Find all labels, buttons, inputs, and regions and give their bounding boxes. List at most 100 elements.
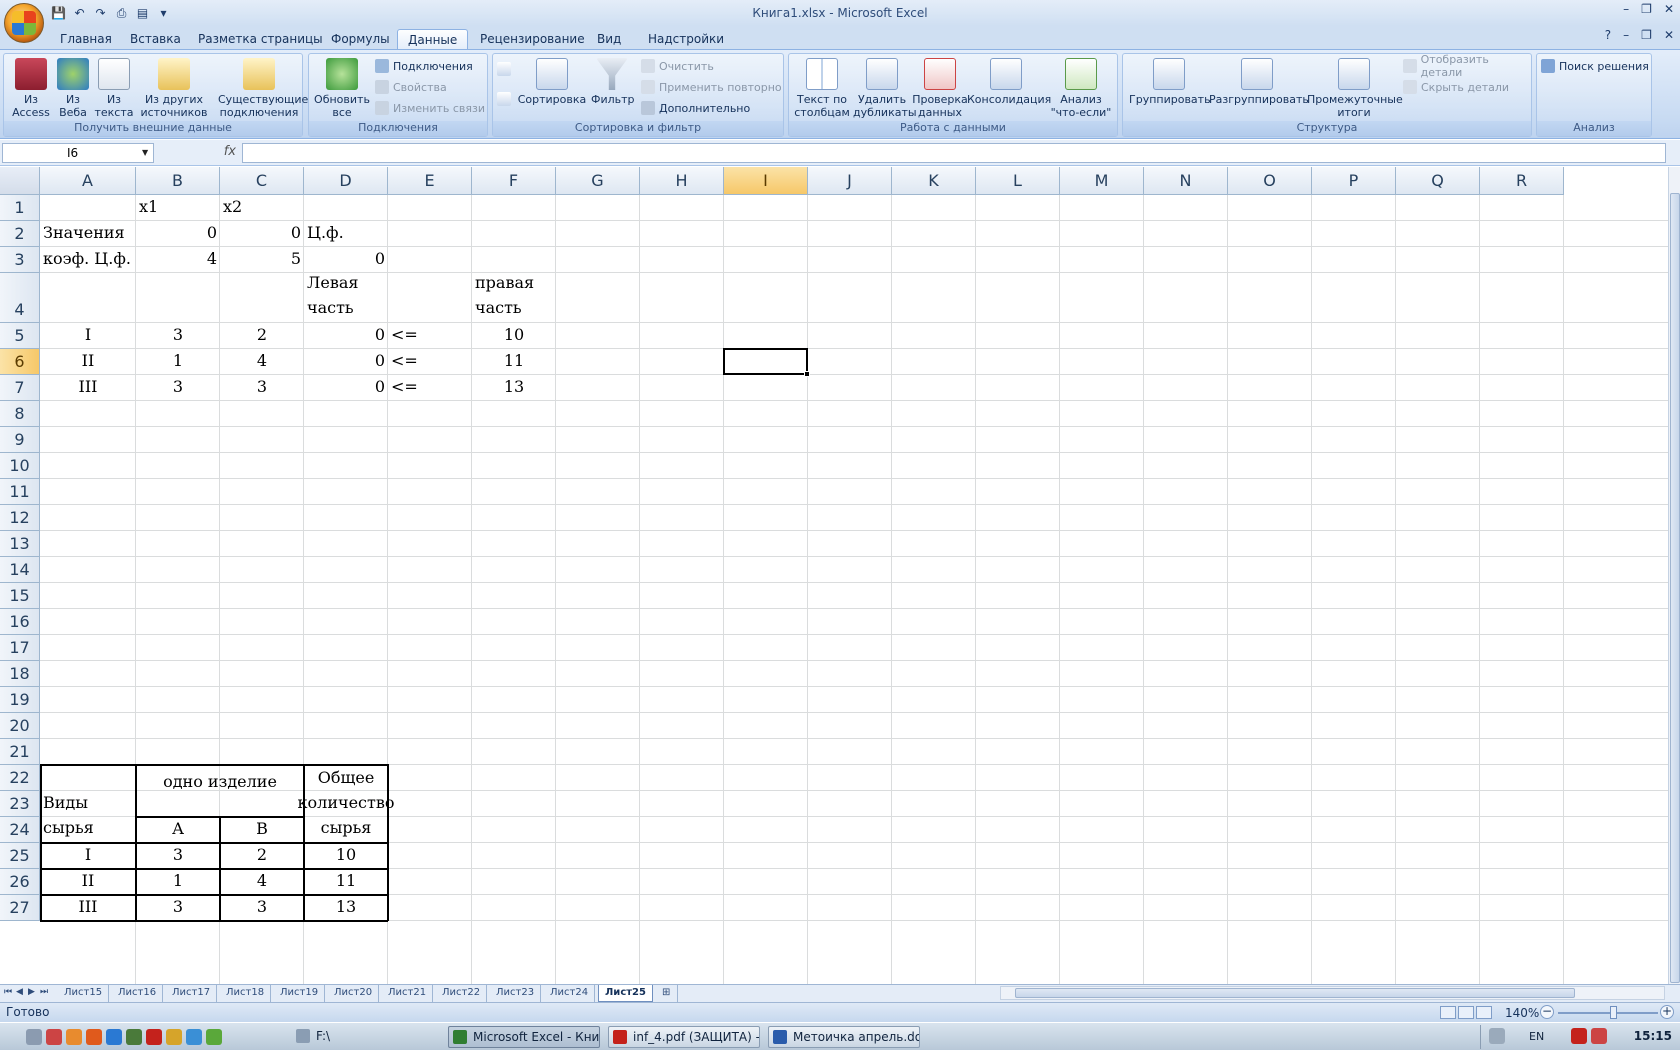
first-sheet-icon[interactable]: ⏮: [4, 987, 12, 997]
cell-f7[interactable]: 13: [472, 375, 556, 400]
from-web-button[interactable]: Из Веба: [54, 58, 92, 119]
row-header-17[interactable]: 17: [0, 635, 40, 661]
minimize-icon[interactable]: –: [1623, 2, 1629, 16]
cell-a25[interactable]: I: [40, 843, 136, 868]
column-header-i[interactable]: I: [724, 167, 808, 195]
connections-button[interactable]: Подключения: [375, 57, 473, 75]
office-button[interactable]: [4, 3, 44, 43]
properties-button[interactable]: Свойства: [375, 78, 447, 96]
help-icon[interactable]: ?: [1605, 28, 1611, 42]
cell-a5[interactable]: I: [40, 323, 136, 348]
insert-sheet-icon[interactable]: ⊞: [656, 985, 678, 1002]
insert-function-icon[interactable]: fx: [160, 143, 240, 163]
row-header-3[interactable]: 3: [0, 247, 40, 273]
cell-a6[interactable]: II: [40, 349, 136, 374]
tab-addins[interactable]: Надстройки: [638, 29, 734, 50]
remove-duplicates-button[interactable]: Удалить дубликаты: [853, 58, 917, 119]
consolidate-button[interactable]: Консолидация: [967, 58, 1051, 106]
cell-f5[interactable]: 10: [472, 323, 556, 348]
sort-button[interactable]: Сортировка: [517, 58, 587, 106]
what-if-button[interactable]: Анализ "что-если": [1047, 58, 1115, 119]
column-header-r[interactable]: R: [1480, 167, 1564, 195]
zoom-in-icon[interactable]: +: [1660, 1005, 1674, 1019]
cell-c25[interactable]: 2: [220, 843, 304, 868]
cell-c27[interactable]: 3: [220, 895, 304, 920]
column-header-d[interactable]: D: [304, 167, 388, 195]
row-header-14[interactable]: 14: [0, 557, 40, 583]
normal-view-icon[interactable]: [1440, 1006, 1456, 1019]
cell-e6[interactable]: <=: [388, 349, 472, 374]
tab-insert[interactable]: Вставка: [120, 29, 191, 50]
sheet-tab-20[interactable]: Лист20: [328, 985, 380, 1002]
tray-icon-2[interactable]: [1571, 1028, 1587, 1044]
row-header-25[interactable]: 25: [0, 843, 40, 869]
cell-d3[interactable]: 0: [304, 247, 388, 272]
cell-c1[interactable]: x2: [220, 195, 304, 220]
data-validation-button[interactable]: Проверка данных: [911, 58, 969, 119]
row-header-2[interactable]: 2: [0, 221, 40, 247]
tray-icon-3[interactable]: [1591, 1028, 1607, 1044]
row-header-10[interactable]: 10: [0, 453, 40, 479]
group-button[interactable]: Группировать: [1129, 58, 1211, 106]
cell-f4[interactable]: правая часть: [472, 273, 556, 322]
sheet-tab-22[interactable]: Лист22: [436, 985, 488, 1002]
cell-b2[interactable]: 0: [136, 221, 220, 246]
cell-c7[interactable]: 3: [220, 375, 304, 400]
column-header-m[interactable]: M: [1060, 167, 1144, 195]
cell-d25[interactable]: 10: [304, 843, 388, 868]
sheet-tab-15[interactable]: Лист15: [58, 985, 110, 1002]
column-header-j[interactable]: J: [808, 167, 892, 195]
row-header-6[interactable]: 6: [0, 349, 40, 375]
column-header-o[interactable]: O: [1228, 167, 1312, 195]
row-header-12[interactable]: 12: [0, 505, 40, 531]
sheet-tab-16[interactable]: Лист16: [112, 985, 164, 1002]
row-header-22[interactable]: 22: [0, 765, 40, 791]
tab-review[interactable]: Рецензирование: [470, 29, 595, 50]
horizontal-scrollbar[interactable]: [1000, 986, 1665, 1000]
row-header-18[interactable]: 18: [0, 661, 40, 687]
cell-d22[interactable]: Общее количество сырья: [298, 765, 395, 842]
from-other-sources-button[interactable]: Из других источников: [136, 58, 212, 119]
start-icon[interactable]: [26, 1029, 42, 1045]
language-indicator[interactable]: EN: [1529, 1030, 1544, 1043]
quicklaunch-icon-4[interactable]: [106, 1029, 122, 1045]
cell-b22[interactable]: одно изделие: [136, 765, 304, 816]
close-icon[interactable]: ✕: [1664, 2, 1674, 16]
tab-page-layout[interactable]: Разметка страницы: [188, 29, 333, 50]
zoom-slider[interactable]: [1558, 1012, 1658, 1014]
column-header-l[interactable]: L: [976, 167, 1060, 195]
cell-c26[interactable]: 4: [220, 869, 304, 894]
cell-a3[interactable]: коэф. Ц.ф.: [40, 247, 136, 272]
edit-links-button[interactable]: Изменить связи: [375, 99, 485, 117]
column-header-g[interactable]: G: [556, 167, 640, 195]
subtotal-button[interactable]: Промежуточные итоги: [1307, 58, 1403, 119]
column-header-c[interactable]: C: [220, 167, 304, 195]
taskbar-excel[interactable]: Microsoft Excel - Книг...: [448, 1026, 600, 1048]
refresh-all-button[interactable]: Обновить все: [313, 58, 371, 119]
existing-connections-button[interactable]: Существующие подключения: [218, 58, 308, 119]
row-header-16[interactable]: 16: [0, 609, 40, 635]
quicklaunch-icon-2[interactable]: [66, 1029, 82, 1045]
clear-filter-button[interactable]: Очистить: [641, 57, 714, 75]
last-sheet-icon[interactable]: ⏭: [40, 987, 48, 997]
row-header-21[interactable]: 21: [0, 739, 40, 765]
solver-button[interactable]: Поиск решения: [1541, 57, 1649, 75]
page-break-view-icon[interactable]: [1476, 1006, 1492, 1019]
cell-c2[interactable]: 0: [220, 221, 304, 246]
sort-za-button[interactable]: [497, 90, 511, 108]
cell-d5[interactable]: 0: [304, 323, 388, 348]
row-header-8[interactable]: 8: [0, 401, 40, 427]
cell-d4[interactable]: Левая часть: [304, 273, 388, 322]
column-header-p[interactable]: P: [1312, 167, 1396, 195]
tab-home[interactable]: Главная: [50, 29, 122, 50]
reapply-button[interactable]: Применить повторно: [641, 78, 782, 96]
cell-d6[interactable]: 0: [304, 349, 388, 374]
wb-minimize-icon[interactable]: –: [1623, 28, 1629, 42]
column-header-e[interactable]: E: [388, 167, 472, 195]
cell-b25[interactable]: 3: [136, 843, 220, 868]
taskbar-pdf[interactable]: inf_4.pdf (ЗАЩИТА) -...: [608, 1026, 760, 1048]
sheet-tab-24[interactable]: Лист24: [544, 985, 596, 1002]
sheet-tab-17[interactable]: Лист17: [166, 985, 218, 1002]
next-sheet-icon[interactable]: ▶: [28, 987, 35, 997]
cell-a7[interactable]: III: [40, 375, 136, 400]
